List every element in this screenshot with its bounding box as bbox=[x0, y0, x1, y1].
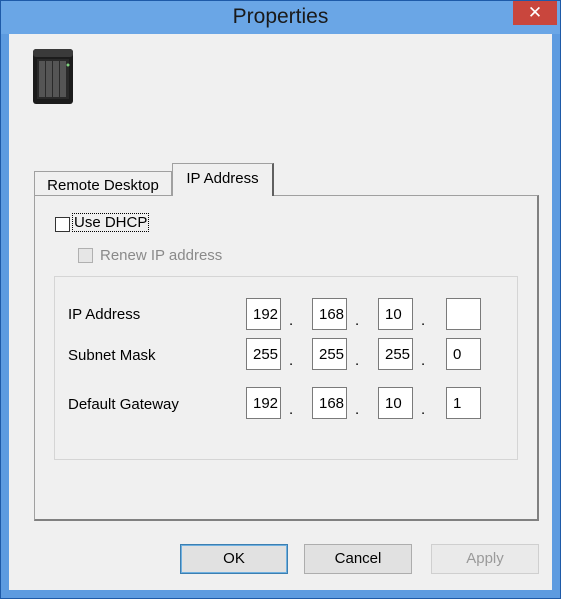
ip-address-octet-2[interactable]: 168 bbox=[312, 298, 347, 330]
renew-ip-checkbox[interactable] bbox=[78, 248, 93, 263]
octet-separator: . bbox=[421, 312, 426, 329]
default-gateway-label: Default Gateway bbox=[68, 396, 179, 413]
tab-ip-address[interactable]: IP Address bbox=[172, 163, 274, 196]
octet-separator: . bbox=[421, 352, 426, 369]
renew-ip-label: Renew IP address bbox=[100, 247, 223, 264]
apply-button[interactable]: Apply bbox=[431, 544, 539, 574]
octet-separator: . bbox=[421, 401, 426, 418]
subnet-mask-octet-4[interactable]: 0 bbox=[446, 338, 481, 370]
octet-separator: . bbox=[289, 352, 294, 369]
close-button[interactable]: ✕ bbox=[513, 1, 557, 25]
octet-separator: . bbox=[355, 401, 360, 418]
octet-separator: . bbox=[289, 312, 294, 329]
tab-remote-desktop[interactable]: Remote Desktop bbox=[34, 171, 172, 195]
ip-address-octet-3[interactable]: 10 bbox=[378, 298, 413, 330]
default-gateway-octet-1[interactable]: 192 bbox=[246, 387, 281, 419]
nas-server-icon bbox=[33, 49, 73, 104]
ip-address-label: IP Address bbox=[68, 306, 141, 323]
octet-separator: . bbox=[355, 352, 360, 369]
subnet-mask-octet-3[interactable]: 255 bbox=[378, 338, 413, 370]
octet-separator: . bbox=[289, 401, 294, 418]
subnet-mask-octet-1[interactable]: 255 bbox=[246, 338, 281, 370]
subnet-mask-label: Subnet Mask bbox=[68, 347, 156, 364]
subnet-mask-octet-2[interactable]: 255 bbox=[312, 338, 347, 370]
ip-address-octet-4[interactable] bbox=[446, 298, 481, 330]
octet-separator: . bbox=[355, 312, 360, 329]
default-gateway-octet-3[interactable]: 10 bbox=[378, 387, 413, 419]
default-gateway-octet-4[interactable]: 1 bbox=[446, 387, 481, 419]
default-gateway-octet-2[interactable]: 168 bbox=[312, 387, 347, 419]
ip-address-octet-1[interactable]: 192 bbox=[246, 298, 281, 330]
ok-button[interactable]: OK bbox=[180, 544, 288, 574]
window-title: Properties bbox=[232, 5, 329, 28]
close-icon: ✕ bbox=[527, 3, 543, 23]
cancel-button[interactable]: Cancel bbox=[304, 544, 412, 574]
use-dhcp-label[interactable]: Use DHCP bbox=[72, 213, 150, 232]
use-dhcp-checkbox[interactable] bbox=[55, 217, 70, 232]
title-bar[interactable]: Properties ✕ bbox=[1, 1, 560, 34]
